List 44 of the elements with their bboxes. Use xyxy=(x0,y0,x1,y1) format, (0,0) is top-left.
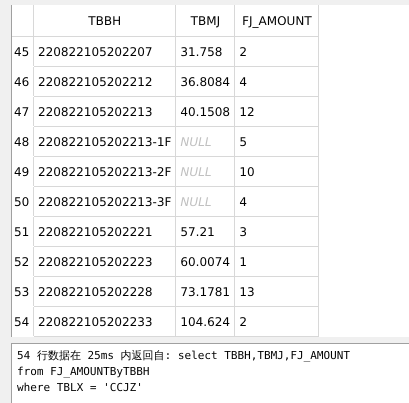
table-cell: 220822105202213-1F xyxy=(34,126,176,156)
row-number: 47 xyxy=(12,96,34,126)
table-cell: 3 xyxy=(234,216,319,246)
row-number: 52 xyxy=(12,246,34,276)
table-cell: 220822105202213-2F xyxy=(34,156,176,186)
table-cell: 4 xyxy=(234,66,319,96)
row-number: 45 xyxy=(12,36,34,66)
null-cell: NULL xyxy=(176,126,235,156)
table-cell: 60.0074 xyxy=(176,246,235,276)
null-cell: NULL xyxy=(176,186,235,216)
table-cell: 13 xyxy=(234,276,319,306)
table-cell: 4 xyxy=(234,186,319,216)
table-cell: 10 xyxy=(234,156,319,186)
table-cell: 31.758 xyxy=(176,36,235,66)
table-cell: 104.624 xyxy=(176,306,235,336)
row-number: 48 xyxy=(12,126,34,156)
table-cell: 57.21 xyxy=(176,216,235,246)
row-number: 49 xyxy=(12,156,34,186)
table-cell: 220822105202223 xyxy=(34,246,176,276)
table-cell: 12 xyxy=(234,96,319,126)
row-number: 51 xyxy=(12,216,34,246)
query-message: 54 行数据在 25ms 内返回自: select TBBH,TBMJ,FJ_AMOUNT from FJ_AMOUNTByTBBH where TBLX = 'CCJZ' xyxy=(17,348,352,396)
column-header[interactable]: TBBH xyxy=(34,5,176,36)
column-header[interactable]: FJ_AMOUNT xyxy=(234,5,319,36)
table-cell: 36.8084 xyxy=(176,66,235,96)
row-number: 50 xyxy=(12,186,34,216)
table-cell: 2 xyxy=(234,306,319,336)
column-header[interactable]: TBMJ xyxy=(176,5,235,36)
table-cell: 1 xyxy=(234,246,319,276)
row-number: 46 xyxy=(12,66,34,96)
table-cell: 2 xyxy=(234,36,319,66)
table-cell: 220822105202228 xyxy=(34,276,176,306)
table-cell: 220822105202213-3F xyxy=(34,186,176,216)
table-cell: 220822105202212 xyxy=(34,66,176,96)
null-cell: NULL xyxy=(176,156,235,186)
table-cell: 73.1781 xyxy=(176,276,235,306)
table-cell: 220822105202207 xyxy=(34,36,176,66)
table-cell: 220822105202213 xyxy=(34,96,176,126)
table-cell: 220822105202233 xyxy=(34,306,176,336)
row-number: 53 xyxy=(12,276,34,306)
table-cell: 5 xyxy=(234,126,319,156)
row-number: 54 xyxy=(12,306,34,336)
table-cell: 40.1508 xyxy=(176,96,235,126)
table-cell: 220822105202221 xyxy=(34,216,176,246)
